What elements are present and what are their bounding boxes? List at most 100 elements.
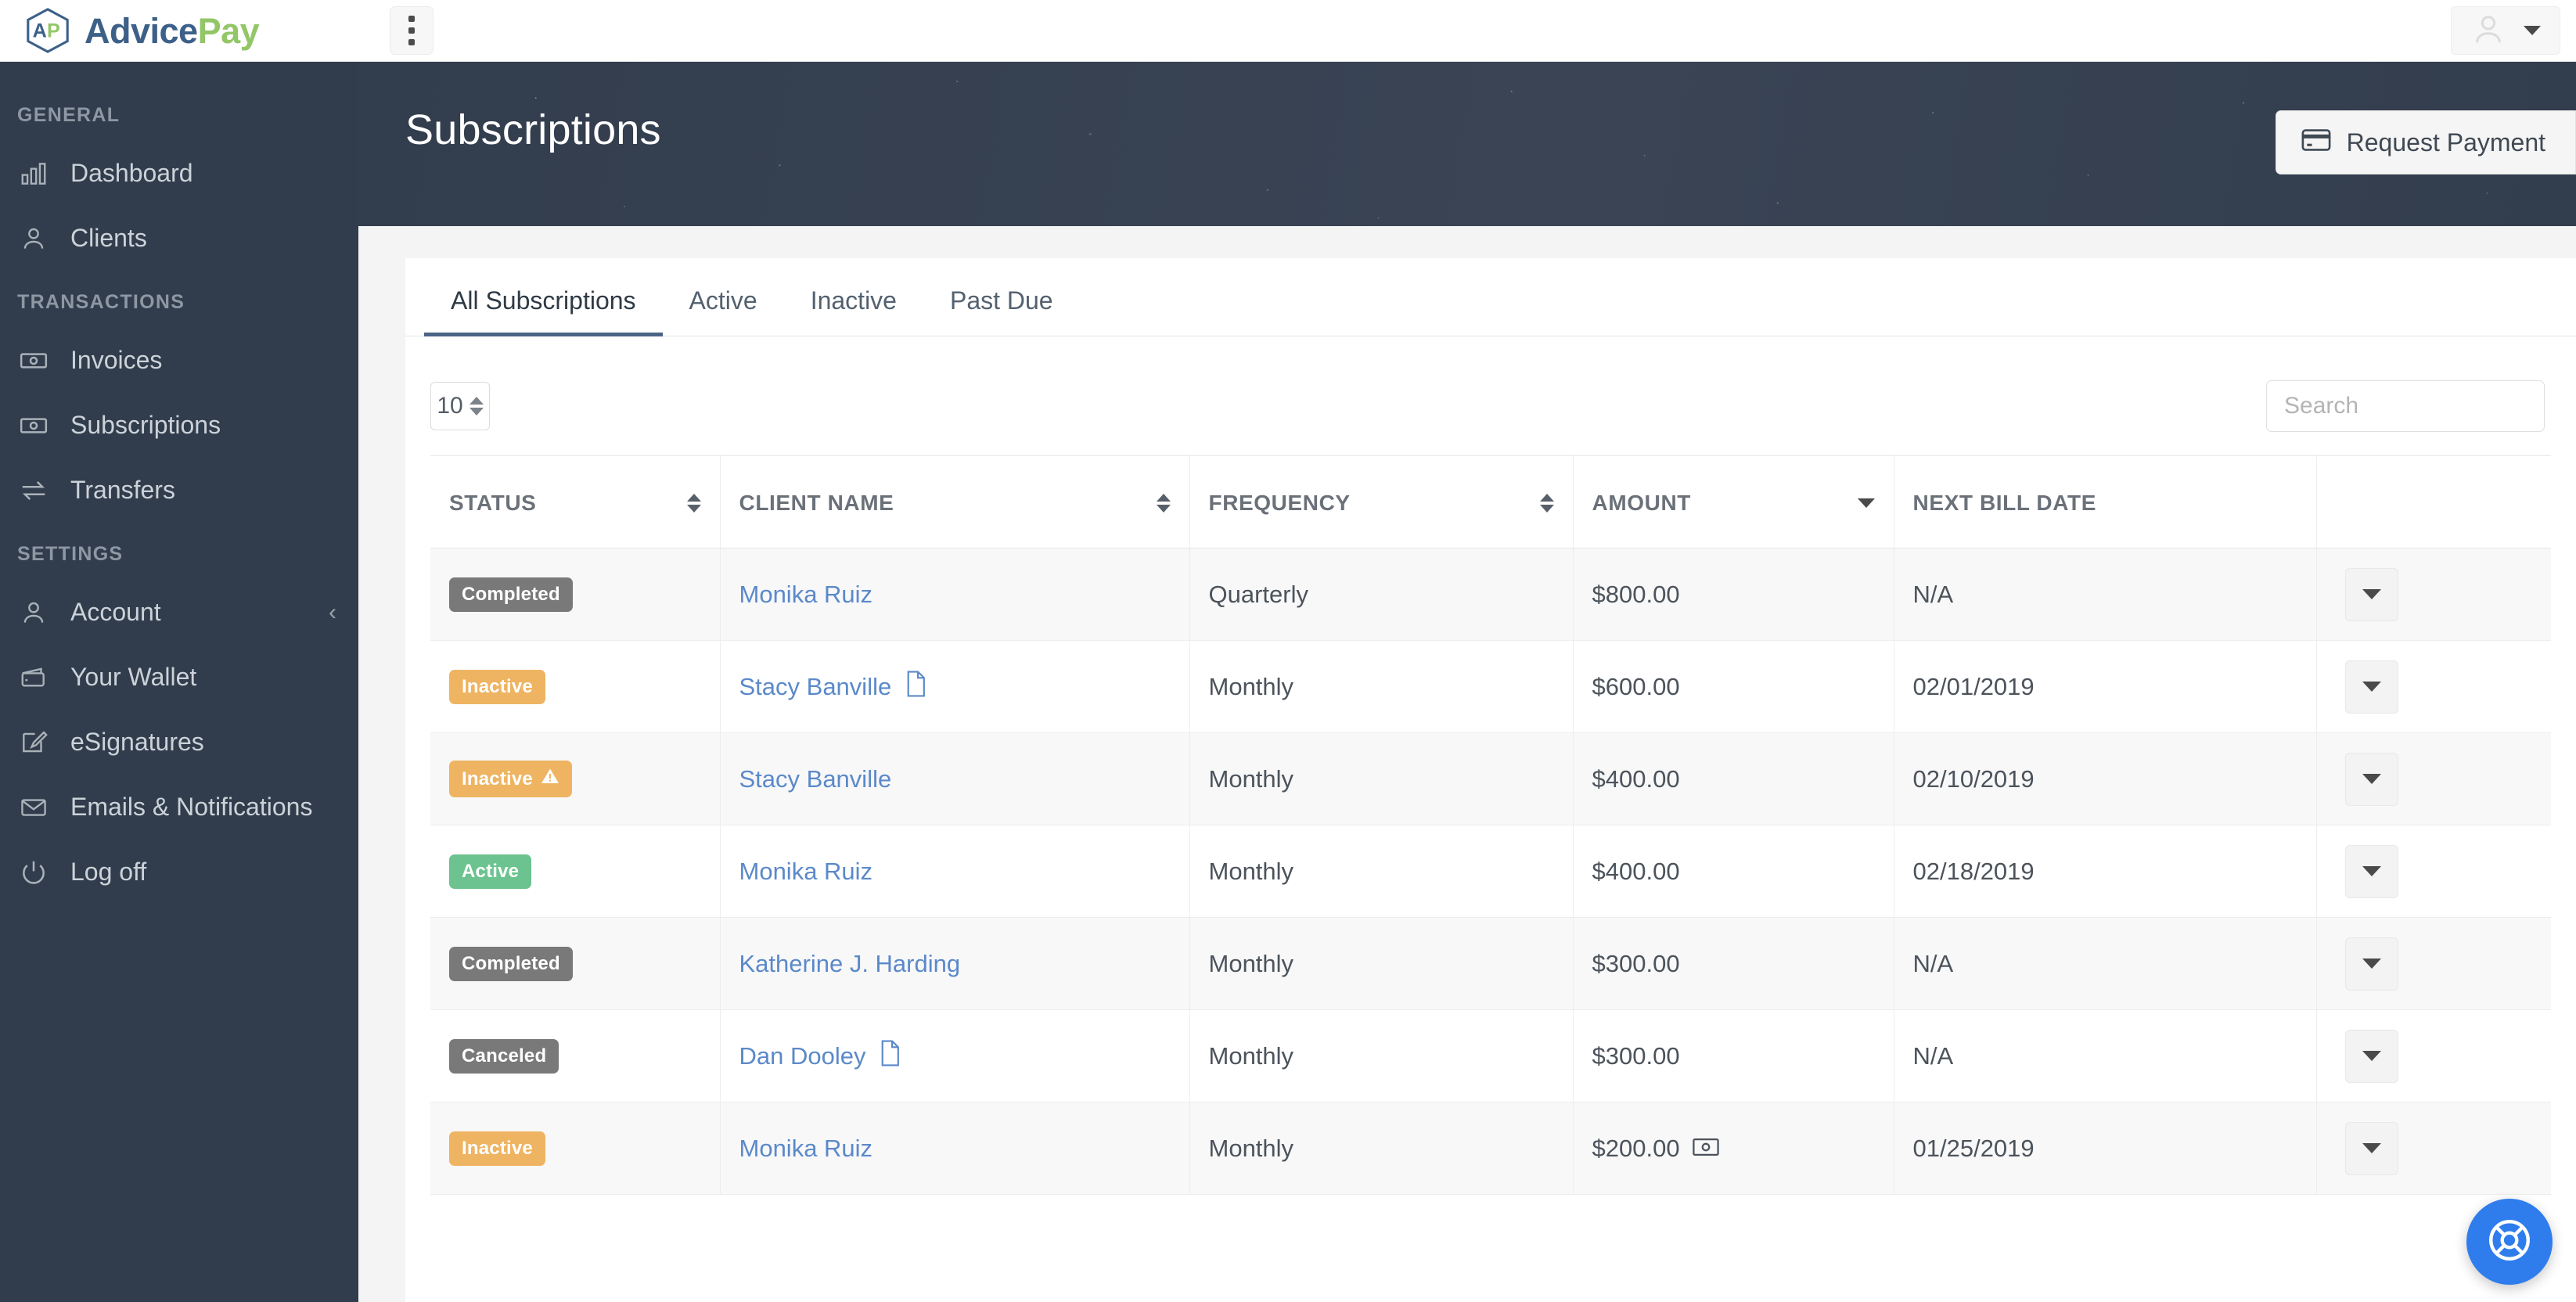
cell-amount: $200.00	[1573, 1102, 1894, 1195]
user-icon	[17, 596, 50, 629]
sidebar-item-log-off[interactable]: Log off	[0, 840, 358, 905]
sort-both-icon	[686, 493, 701, 513]
chevron-down-icon	[2362, 1143, 2381, 1153]
sidebar-item-your-wallet[interactable]: Your Wallet	[0, 645, 358, 710]
cell-status: Inactive	[430, 1102, 721, 1195]
cell-frequency: Monthly	[1189, 640, 1574, 733]
chevron-down-icon	[2362, 682, 2381, 692]
tab-bar: All Subscriptions Active Inactive Past D…	[405, 258, 2576, 336]
sidebar-item-emails-notifications[interactable]: Emails & Notifications	[0, 775, 358, 840]
client-name-link[interactable]: Monika Ruiz	[739, 1135, 873, 1163]
client-name-link[interactable]: Monika Ruiz	[739, 581, 873, 609]
chevron-down-icon	[2362, 959, 2381, 969]
sidebar-item-label: Your Wallet	[70, 663, 197, 691]
document-icon[interactable]	[904, 670, 927, 703]
row-actions-dropdown-button[interactable]	[2344, 660, 2398, 714]
status-badge: Canceled	[449, 1038, 559, 1074]
sidebar-item-subscriptions[interactable]: Subscriptions	[0, 393, 358, 458]
cell-amount: $300.00	[1573, 917, 1894, 1010]
brand-logo[interactable]: A P AdvicePay	[0, 0, 358, 62]
amount-value: $200.00	[1592, 1134, 1680, 1162]
sidebar-item-esignatures[interactable]: eSignatures	[0, 710, 358, 775]
column-label: STATUS	[449, 490, 537, 515]
client-name-link[interactable]: Katherine J. Harding	[739, 950, 961, 978]
sort-both-icon	[1156, 493, 1171, 513]
status-badge-label: Inactive	[462, 675, 533, 697]
sidebar-group-label-settings: SETTINGS	[17, 543, 124, 565]
envelope-icon	[17, 791, 50, 824]
row-actions-dropdown-button[interactable]	[2344, 752, 2398, 806]
cell-actions	[2316, 1102, 2551, 1195]
sidebar-item-invoices[interactable]: Invoices	[0, 328, 358, 393]
tab-all-subscriptions[interactable]: All Subscriptions	[424, 286, 663, 336]
credit-card-icon	[2301, 128, 2331, 157]
svg-text:A: A	[33, 20, 47, 42]
row-actions-dropdown-button[interactable]	[2344, 1029, 2398, 1083]
row-actions-dropdown-button[interactable]	[2344, 937, 2398, 991]
search-input[interactable]	[2266, 380, 2545, 432]
user-menu-button[interactable]	[2451, 6, 2560, 55]
sidebar-item-label: eSignatures	[70, 728, 204, 756]
client-name-link[interactable]: Dan Dooley	[739, 1042, 866, 1070]
sidebar-group-label-transactions: TRANSACTIONS	[17, 291, 185, 313]
sidebar-item-label: Clients	[70, 224, 147, 252]
client-name-link[interactable]: Monika Ruiz	[739, 858, 873, 886]
cell-client-name: Monika Ruiz	[720, 548, 1190, 641]
page-size-select[interactable]: 10	[430, 382, 490, 430]
advicepay-hexagon-icon: A P	[23, 6, 72, 55]
sidebar-item-account[interactable]: Account ‹	[0, 580, 358, 645]
request-payment-button[interactable]: Request Payment	[2275, 110, 2576, 174]
page-title: Subscriptions	[405, 106, 661, 153]
cell-actions	[2316, 917, 2551, 1010]
status-badge: Active	[449, 854, 532, 889]
status-badge: Inactive	[449, 761, 572, 797]
lifebuoy-icon	[2485, 1216, 2534, 1268]
table-row: Inactive Stacy Banville Monthly $400.00 02/1…	[430, 732, 2551, 825]
cell-actions	[2316, 732, 2551, 825]
request-payment-label: Request Payment	[2346, 128, 2545, 156]
column-header-client-name[interactable]: CLIENT NAME	[720, 455, 1190, 548]
tab-inactive[interactable]: Inactive	[784, 286, 923, 336]
cell-next-bill-date: 01/25/2019	[1894, 1102, 2317, 1195]
document-icon[interactable]	[878, 1039, 901, 1073]
status-badge: Completed	[449, 577, 573, 612]
sidebar-item-transfers[interactable]: Transfers	[0, 458, 358, 523]
column-header-status[interactable]: STATUS	[430, 455, 721, 548]
row-actions-dropdown-button[interactable]	[2344, 567, 2398, 621]
user-icon	[17, 222, 50, 255]
amount-value: $600.00	[1592, 672, 1680, 700]
kebab-dot-icon	[408, 27, 415, 34]
power-icon	[17, 856, 50, 889]
column-header-amount[interactable]: AMOUNT	[1573, 455, 1894, 548]
sidebar-item-clients[interactable]: Clients	[0, 206, 358, 271]
cell-actions	[2316, 640, 2551, 733]
cash-payment-icon	[1692, 1135, 1719, 1163]
cell-client-name: Dan Dooley	[720, 1009, 1190, 1102]
cell-status: Inactive	[430, 640, 721, 733]
tab-past-due[interactable]: Past Due	[923, 286, 1080, 336]
cell-client-name: Stacy Banville	[720, 640, 1190, 733]
tab-active[interactable]: Active	[663, 286, 784, 336]
row-actions-dropdown-button[interactable]	[2344, 844, 2398, 898]
sidebar-item-dashboard[interactable]: Dashboard	[0, 141, 358, 206]
stepper-icon	[469, 397, 484, 415]
support-button[interactable]	[2466, 1199, 2553, 1285]
column-header-frequency[interactable]: FREQUENCY	[1189, 455, 1574, 548]
money-bill-icon	[17, 344, 50, 377]
page-size-value: 10	[437, 393, 463, 419]
column-header-next-bill-date[interactable]: NEXT BILL DATE	[1894, 455, 2317, 548]
client-name-link[interactable]: Stacy Banville	[739, 673, 892, 701]
cell-actions	[2316, 1009, 2551, 1102]
cell-actions	[2316, 548, 2551, 641]
row-actions-dropdown-button[interactable]	[2344, 1121, 2398, 1175]
cell-frequency: Monthly	[1189, 1009, 1574, 1102]
cell-frequency: Monthly	[1189, 1102, 1574, 1195]
top-bar: A P AdvicePay	[0, 0, 2576, 62]
table-row: Inactive Stacy Banville Monthly $600.00 02/0…	[430, 640, 2551, 733]
client-name-link[interactable]: Stacy Banville	[739, 765, 892, 793]
table-row: Active Monika Ruiz Monthly $400.00 02/18/201…	[430, 825, 2551, 918]
sidebar-toggle-button[interactable]	[390, 6, 434, 55]
avatar-icon	[2470, 11, 2506, 51]
chevron-down-icon	[2362, 866, 2381, 876]
brand-pay-text: Pay	[197, 10, 260, 51]
